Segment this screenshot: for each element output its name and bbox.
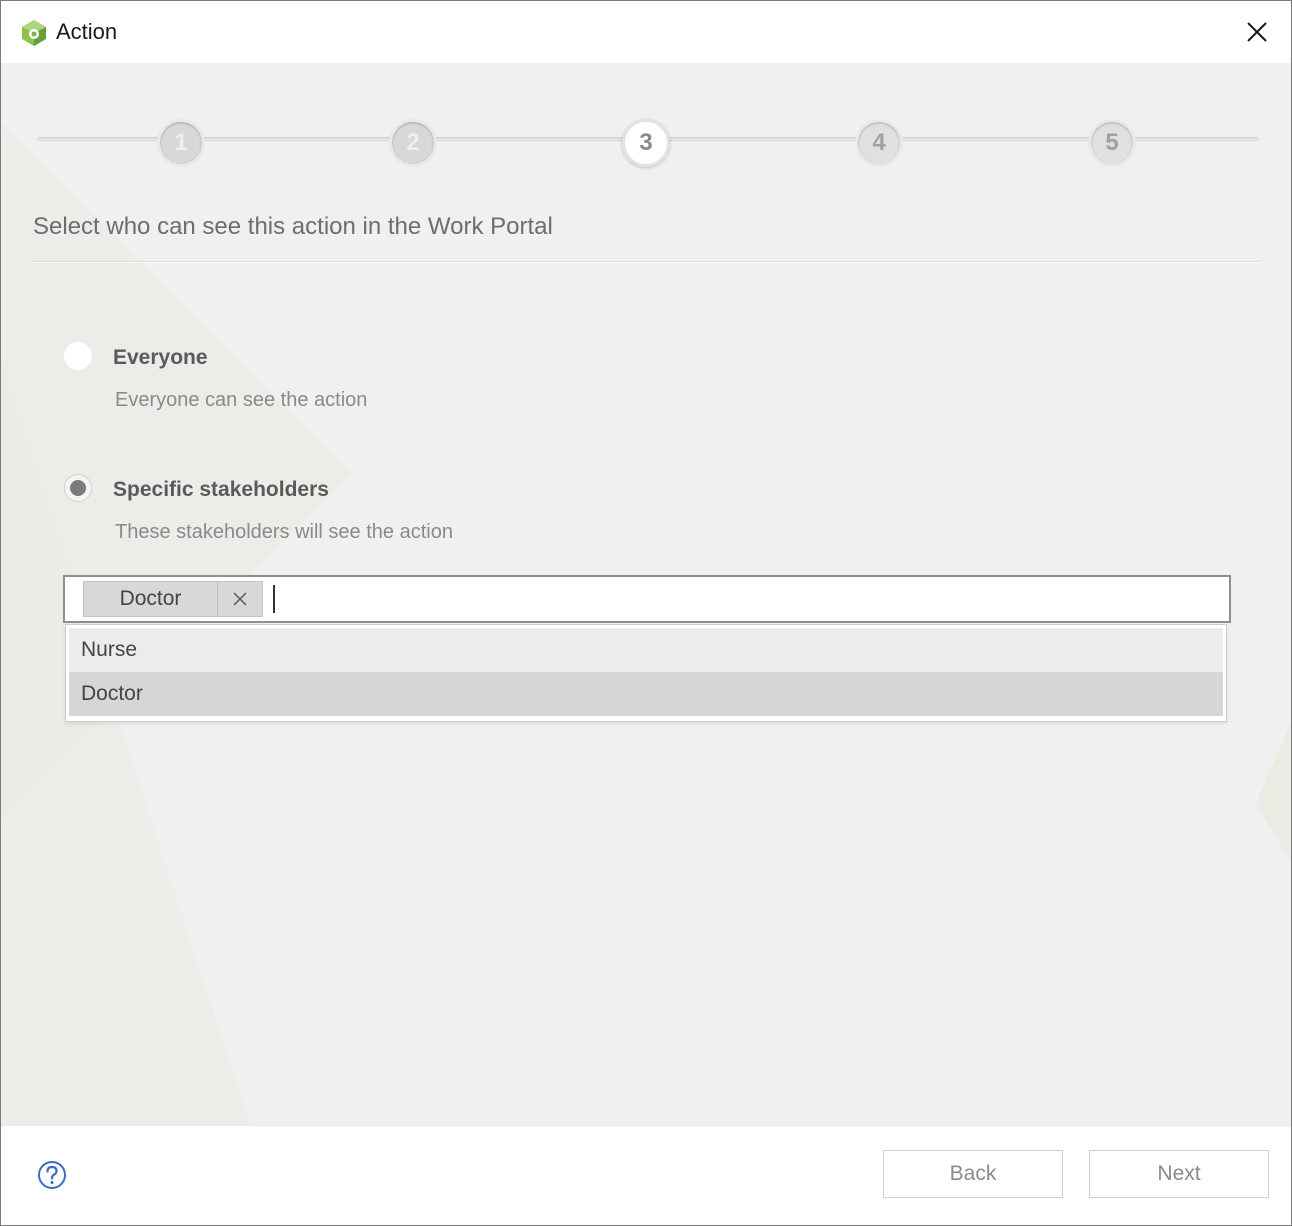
page-heading: Select who can see this action in the Wo…: [33, 213, 553, 240]
step-3: 3: [622, 119, 670, 167]
dialog-footer: Back Next: [1, 1125, 1291, 1225]
dropdown-option-doctor[interactable]: Doctor: [69, 672, 1223, 716]
everyone-description: Everyone can see the action: [115, 389, 368, 411]
help-circle-icon[interactable]: [37, 1160, 67, 1190]
window-title: Action: [56, 19, 118, 44]
close-icon: [233, 592, 247, 606]
specific-stakeholders-description: These stakeholders will see the action: [115, 521, 453, 543]
specific-stakeholders-radio[interactable]: [64, 474, 92, 502]
step-2: 2: [389, 119, 437, 167]
action-dialog: Action 1 2 3 4 5 Select who can see this…: [0, 0, 1292, 1226]
next-button[interactable]: Next: [1089, 1150, 1269, 1198]
stakeholder-dropdown: Nurse Doctor: [65, 624, 1227, 722]
everyone-label[interactable]: Everyone: [113, 346, 208, 370]
title-bar: Action: [1, 1, 1291, 63]
back-button[interactable]: Back: [883, 1150, 1063, 1198]
wizard-stepper: 1 2 3 4 5: [37, 119, 1259, 169]
remove-tag-button[interactable]: [218, 582, 262, 616]
everyone-radio[interactable]: [64, 342, 92, 370]
step-1: 1: [157, 119, 205, 167]
app-logo-icon: [22, 20, 46, 46]
close-button[interactable]: [1235, 11, 1279, 53]
wizard-content: 1 2 3 4 5 Select who can see this action…: [1, 63, 1291, 1125]
text-caret: [273, 585, 275, 613]
close-icon: [1247, 22, 1267, 42]
specific-stakeholders-label[interactable]: Specific stakeholders: [113, 478, 329, 502]
stakeholder-tag: Doctor: [83, 581, 263, 617]
step-4: 4: [855, 119, 903, 167]
stakeholder-tag-label: Doctor: [84, 582, 218, 616]
heading-divider: [33, 261, 1261, 263]
stakeholder-input[interactable]: Doctor: [63, 575, 1231, 623]
dropdown-option-nurse[interactable]: Nurse: [69, 628, 1223, 672]
step-5: 5: [1088, 119, 1136, 167]
